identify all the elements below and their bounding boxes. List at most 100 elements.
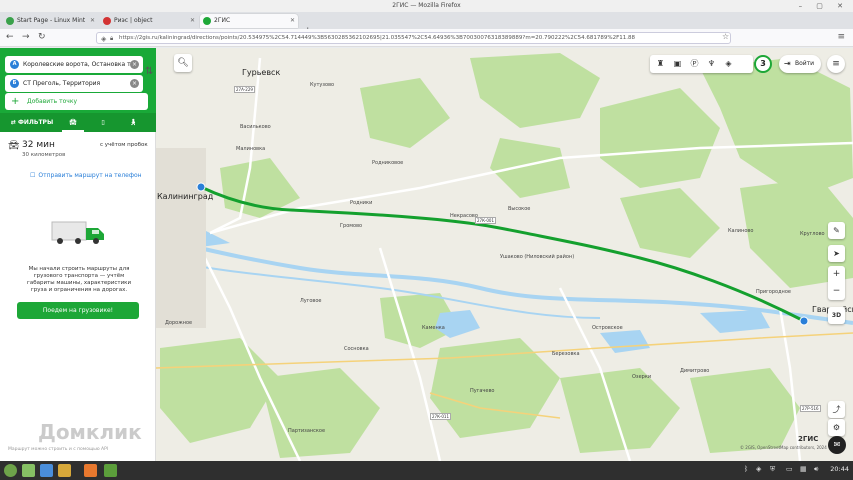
road-shield: 27Р-516 (800, 405, 821, 412)
truck-promo-text: Мы начали строить маршруты для грузового… (26, 266, 132, 293)
close-icon[interactable]: ✕ (190, 14, 195, 28)
api-footnote[interactable]: Маршрут можно строить и с помощью API (8, 447, 108, 452)
ruler-icon[interactable]: ✎ (828, 222, 845, 239)
brand-logo: 2ГИС (798, 435, 819, 443)
update-shield-icon[interactable]: ⛨ (770, 465, 775, 474)
zoom-in-button[interactable]: + (828, 266, 845, 283)
map-label-gromovo: Громово (340, 223, 363, 229)
clear-icon[interactable]: × (130, 60, 139, 69)
bluetooth-icon[interactable]: ᛒ (744, 465, 748, 473)
site-favicon-icon (103, 17, 111, 25)
filters-label: ФИЛЬТРЫ (17, 119, 54, 126)
lock-icon[interactable]: 🔒︎ (110, 34, 113, 43)
walk-mode-icon[interactable]: 🚶︎ (122, 113, 144, 132)
chat-icon[interactable]: ✉ (828, 436, 846, 454)
map-label-rodniki: Родники (350, 200, 373, 206)
network-signal-icon[interactable]: ▦ (800, 465, 807, 473)
folder-icon[interactable] (104, 464, 117, 477)
zoom-out-button[interactable]: − (828, 283, 845, 300)
close-icon[interactable]: ✕ (290, 14, 295, 28)
tab-start-page[interactable]: Start Page - Linux Mint ✕ (3, 14, 98, 28)
map-label-malinovka: Малиновка (236, 146, 266, 152)
tab-label: Start Page - Linux Mint (17, 17, 86, 24)
reload-icon[interactable]: ↻ (38, 32, 46, 43)
window-titlebar: 2ГИС — Mozilla Firefox – ▢ ✕ (0, 0, 853, 12)
route-end-marker[interactable] (799, 316, 809, 326)
car-mode-icon[interactable]: 🚘︎ (62, 113, 84, 132)
network-icon[interactable]: ◈ (756, 465, 761, 473)
point-b-marker: Б (10, 79, 19, 88)
close-icon[interactable]: ✕ (90, 14, 95, 28)
system-taskbar: ᛒ ◈ ⛨ ▭ ▦ 🔊︎ 20:44 (0, 461, 853, 480)
2gis-favicon-icon (203, 17, 211, 25)
map-label-dorozhnoe: Дорожное (165, 320, 193, 326)
map-label-kruglovo: Круглово (800, 231, 825, 237)
filters-button[interactable]: ⇄ ФИЛЬТРЫ (6, 113, 58, 132)
add-point-button[interactable]: + Добавить точку (5, 93, 148, 110)
parking-icon[interactable]: Ⓟ (686, 55, 703, 73)
linux-mint-icon (6, 17, 14, 25)
truck-illustration (51, 221, 104, 244)
taskbar-clock[interactable]: 20:44 (830, 465, 849, 473)
transit-layer-icon[interactable]: ▣ (669, 55, 686, 73)
url-bar[interactable]: ◈ 🔒︎ https://2gis.ru/kaliningrad/directi… (96, 32, 731, 44)
map-label-kamenka: Каменка (422, 325, 445, 331)
share-icon[interactable]: ⤴ (828, 401, 845, 418)
locate-me-icon[interactable]: ➤ (828, 245, 845, 262)
route-from-field[interactable]: A Королевские ворота, Остановка т... × (5, 56, 143, 73)
terminal-icon[interactable] (40, 464, 53, 477)
domclick-watermark: Домклик (38, 420, 142, 444)
send-to-phone-link[interactable]: ☐ Отправить маршрут на телефон (30, 172, 142, 179)
map-label-rodnikovoe: Родниковое (372, 160, 404, 166)
settings-icon[interactable]: ⚙ (828, 419, 845, 436)
shield-icon[interactable]: ◈ (101, 34, 106, 43)
window-controls[interactable]: – ▢ ✕ (799, 0, 849, 12)
route-duration: 32 мин (22, 140, 55, 150)
transit-mode-icon[interactable]: ▯ (92, 113, 114, 132)
notification-badge[interactable]: 3 (754, 55, 772, 73)
mint-menu-icon[interactable] (4, 464, 17, 477)
keyboard-layout-icon[interactable]: ▭ (786, 465, 793, 473)
swap-route-icon[interactable]: ⇅ (145, 66, 153, 77)
url-text: https://2gis.ru/kaliningrad/directions/p… (119, 35, 635, 41)
road-shield: 27К-011 (430, 413, 452, 420)
map-label-vasilkovo: Васильково (240, 124, 271, 130)
bookmark-star-icon[interactable]: ☆ (722, 32, 729, 41)
truck-route-button[interactable]: Поедем на грузовике! (17, 302, 139, 319)
map-layers-toolbar: ♜ ▣ Ⓟ ♆ ◈ (650, 55, 753, 73)
hamburger-menu-icon[interactable]: ≡ (827, 55, 845, 73)
attractions-icon[interactable]: ♜ (652, 55, 669, 73)
zoom-controls: + − (828, 266, 845, 300)
send-to-phone-label: Отправить маршрут на телефон (38, 172, 142, 179)
route-input-panel: A Королевские ворота, Остановка т... × Б… (0, 48, 156, 132)
transport-modes: ⇄ ФИЛЬТРЫ 🚘︎ ▯ 🚶︎ (0, 113, 156, 132)
traffic-light-icon[interactable]: ♆ (703, 55, 720, 73)
traffic-note: с учётом пробок (100, 142, 148, 148)
volume-icon[interactable]: 🔊︎ (814, 465, 818, 474)
map-label-ushakovo: Ушаково (Ниловский район) (500, 254, 575, 260)
layers-icon[interactable]: ◈ (720, 55, 737, 73)
tab-object[interactable]: Риэс | object ✕ (100, 14, 198, 28)
map-label-berezovka: Березовка (552, 351, 580, 357)
map-label-lugovoe: Луговое (300, 298, 322, 304)
firefox-icon[interactable] (84, 464, 97, 477)
window-title: 2ГИС — Mozilla Firefox (392, 2, 461, 9)
forward-icon[interactable]: → (22, 32, 30, 43)
map-label-ozerki: Озерки (632, 374, 652, 380)
back-icon[interactable]: ← (6, 32, 14, 43)
route-start-marker[interactable] (196, 182, 206, 192)
show-desktop-icon[interactable] (22, 464, 35, 477)
login-button[interactable]: ⇥ Войти (779, 55, 821, 73)
browser-menu-icon[interactable]: ≡ (837, 32, 845, 42)
road-shield: 27А-229 (234, 86, 255, 93)
files-icon[interactable] (58, 464, 71, 477)
tab-2gis[interactable]: 2ГИС ✕ (200, 14, 298, 28)
clear-icon[interactable]: × (130, 79, 139, 88)
3d-toggle-button[interactable]: 3D (828, 307, 845, 324)
map-label-sosnovka: Сосновка (344, 346, 369, 352)
page-content: Гурьевск Калининград Гвардейск Васильков… (0, 48, 853, 461)
route-to-field[interactable]: Б СТ Прегoль, Территория × (5, 75, 143, 92)
car-icon: 🚘︎ (8, 141, 20, 151)
map-search-icon[interactable]: 🔍︎ (174, 54, 192, 72)
copyright-text: © 2GIS, OpenStreetMap contributors, 2024 (740, 445, 827, 450)
